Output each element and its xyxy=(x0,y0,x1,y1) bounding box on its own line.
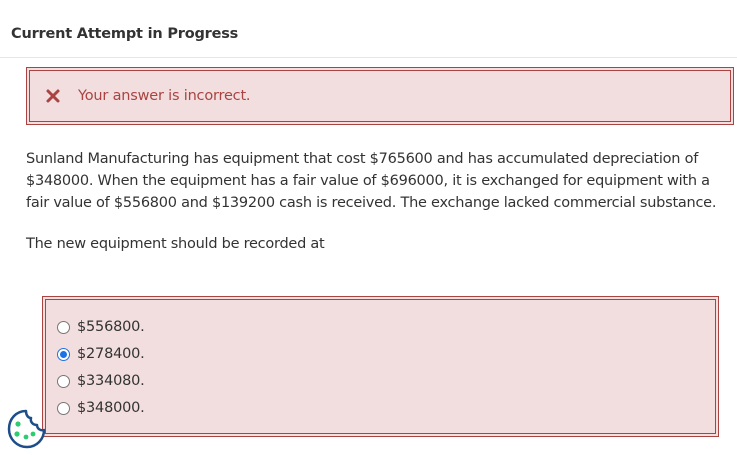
option-556800[interactable]: $556800. xyxy=(57,317,145,337)
radio-button[interactable] xyxy=(57,320,70,334)
option-348000[interactable]: $348000. xyxy=(57,398,145,418)
question-text: Sunland Manufacturing has equipment that… xyxy=(26,151,717,211)
option-label[interactable]: $556800. xyxy=(77,319,145,335)
close-icon xyxy=(45,88,61,104)
radio-button[interactable] xyxy=(57,374,70,388)
page-title: Current Attempt in Progress xyxy=(11,26,239,42)
feedback-message: Your answer is incorrect. xyxy=(78,88,251,104)
option-label[interactable]: $348000. xyxy=(77,400,145,416)
divider xyxy=(0,57,737,58)
cookie-icon[interactable] xyxy=(6,408,46,450)
option-label[interactable]: $334080. xyxy=(77,373,145,389)
radio-button-selected[interactable] xyxy=(57,347,70,361)
radio-button[interactable] xyxy=(57,401,70,415)
option-334080[interactable]: $334080. xyxy=(57,371,145,391)
incorrect-feedback-banner: Your answer is incorrect. xyxy=(26,67,734,125)
question-prompt: The new equipment should be recorded at xyxy=(26,236,325,252)
answer-options: $556800. $278400. $334080. $348000. xyxy=(42,296,719,437)
option-label[interactable]: $278400. xyxy=(77,346,145,362)
option-278400[interactable]: $278400. xyxy=(57,344,145,364)
